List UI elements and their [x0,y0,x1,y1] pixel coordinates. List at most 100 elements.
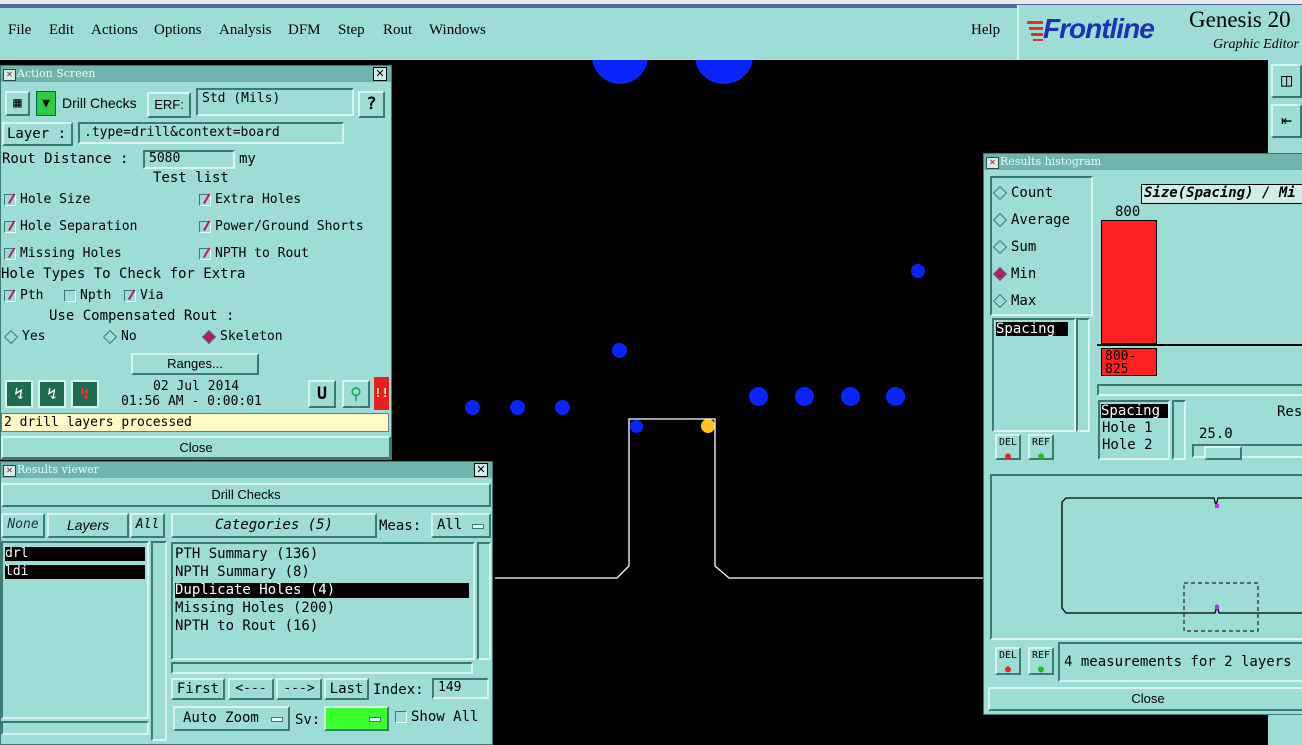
test-hole-size[interactable]: Hole Size [4,192,90,207]
run-icon-3[interactable]: ↯ [71,380,99,408]
layer-item-ldi[interactable]: ldi [5,565,145,579]
hole-type-via[interactable]: Via [124,288,163,303]
close-icon[interactable]: ✕ [474,463,488,477]
auto-zoom-dropdown[interactable]: Auto Zoom [173,706,290,731]
radio-icon[interactable] [992,212,1008,228]
mode-min[interactable]: Min [992,266,1036,282]
del-button-2[interactable]: DEL ● [995,647,1021,675]
categories-button[interactable]: Categories (5) [171,513,377,538]
layers-list[interactable]: drl ldi [1,541,149,719]
mode-sum[interactable]: Sum [992,239,1036,255]
help-button[interactable]: ? [358,91,385,118]
alert-button[interactable]: !! [374,377,389,410]
ranges-button[interactable]: Ranges... [131,353,259,375]
toolbar-btn-2[interactable]: ⇤ [1271,104,1302,138]
mode-average[interactable]: Average [992,212,1070,228]
checkbox-icon[interactable] [199,193,211,206]
categories-list[interactable]: PTH Summary (136) NPTH Summary (8) Dupli… [171,542,475,660]
ref-button-2[interactable]: REF ● [1028,647,1054,675]
layers-button[interactable]: Layers [47,513,129,538]
test-power-ground-shorts[interactable]: Power/Ground Shorts [199,219,364,234]
action-list-icon[interactable]: ▦ [5,91,30,116]
radio-no[interactable]: No [102,329,137,344]
menu-actions[interactable]: Actions [91,22,138,39]
radio-icon[interactable] [102,329,118,344]
attr-detail-scrollbar[interactable] [1172,400,1186,460]
category-item-selected[interactable]: Duplicate Holes (4) [175,583,469,598]
radio-skeleton[interactable]: Skeleton [201,329,283,344]
first-button[interactable]: First [171,678,225,700]
radio-icon[interactable] [201,329,217,344]
layer-field[interactable]: .type=drill&context=board [78,122,344,144]
checkbox-icon[interactable] [124,289,136,302]
menu-step[interactable]: Step [338,22,365,39]
checkbox-icon[interactable] [64,289,76,302]
run-icon-2[interactable]: ↯ [38,380,66,408]
del-button-1[interactable]: DEL ● [995,434,1021,462]
menu-edit[interactable]: Edit [49,22,74,39]
next-button[interactable]: ---> [276,678,322,700]
attribute-item[interactable]: Spacing [996,322,1068,336]
slider-handle[interactable] [1204,446,1242,460]
menu-analysis[interactable]: Analysis [219,22,272,39]
hole-type-pth[interactable]: Pth [4,288,43,303]
checkbox-icon[interactable] [395,711,407,723]
radio-icon[interactable] [992,185,1008,201]
category-item[interactable]: NPTH Summary (8) [175,565,471,580]
toolbar-btn-1[interactable]: ◫ [1271,64,1302,98]
erf-field[interactable]: Std (Mils) [196,88,354,116]
run-icon-1[interactable]: ↯ [5,380,33,408]
resolution-slider[interactable] [1192,444,1302,460]
histogram-close-button[interactable]: Close [988,687,1302,711]
radio-icon[interactable] [992,293,1008,309]
category-item[interactable]: NPTH to Rout (16) [175,619,471,634]
close-icon[interactable]: ✕ [373,67,387,81]
zoom-icon[interactable]: ⚲ [342,380,370,408]
radio-yes[interactable]: Yes [3,329,45,344]
window-menu-icon[interactable]: ✕ [3,465,16,477]
show-all-toggle[interactable]: Show All [395,709,478,725]
menu-dfm[interactable]: DFM [288,22,321,39]
layers-hscrollbar[interactable] [1,721,149,735]
test-missing-holes[interactable]: Missing Holes [4,246,122,261]
checkbox-icon[interactable] [199,220,211,233]
test-hole-separation[interactable]: Hole Separation [4,219,137,234]
checkbox-icon[interactable] [4,193,16,206]
attribute-list[interactable]: Spacing [992,318,1076,432]
window-menu-icon[interactable]: ✕ [986,157,999,169]
checkbox-icon[interactable] [4,289,16,302]
checkbox-icon[interactable] [4,247,16,260]
sv-color-dropdown[interactable] [324,706,389,731]
window-menu-icon[interactable]: ✕ [3,69,16,81]
radio-icon[interactable] [992,239,1008,255]
close-button[interactable]: Close [1,436,391,459]
none-button[interactable]: None [1,513,45,538]
layer-item-drl[interactable]: drl [5,547,145,561]
checkbox-icon[interactable] [199,247,211,260]
layers-scrollbar[interactable] [151,541,167,741]
erf-button[interactable]: ERF: [147,92,191,118]
menu-file[interactable]: File [8,22,31,39]
menu-help[interactable]: Help [971,22,1000,39]
menu-rout[interactable]: Rout [383,22,412,39]
layer-button[interactable]: Layer : [2,122,73,146]
chart-hscrollbar[interactable] [1097,384,1302,396]
menu-windows[interactable]: Windows [429,22,486,39]
category-item[interactable]: PTH Summary (136) [175,547,471,562]
menu-options[interactable]: Options [154,22,202,39]
attribute-scrollbar[interactable] [1076,318,1090,432]
prev-button[interactable]: <--- [228,678,274,700]
index-field[interactable]: 149 [432,678,489,699]
mode-max[interactable]: Max [992,293,1036,309]
test-npth-to-rout[interactable]: NPTH to Rout [199,246,309,261]
u-button[interactable]: U [308,380,336,408]
meas-dropdown[interactable]: All [431,513,491,538]
categories-hscrollbar[interactable] [171,662,473,674]
checkbox-icon[interactable] [4,220,16,233]
mode-count[interactable]: Count [992,185,1053,201]
hole-type-npth[interactable]: Npth [64,288,111,303]
radio-icon[interactable] [3,329,19,344]
radio-icon[interactable] [992,266,1008,282]
last-button[interactable]: Last [324,678,369,700]
all-layers-button[interactable]: All [130,513,165,538]
